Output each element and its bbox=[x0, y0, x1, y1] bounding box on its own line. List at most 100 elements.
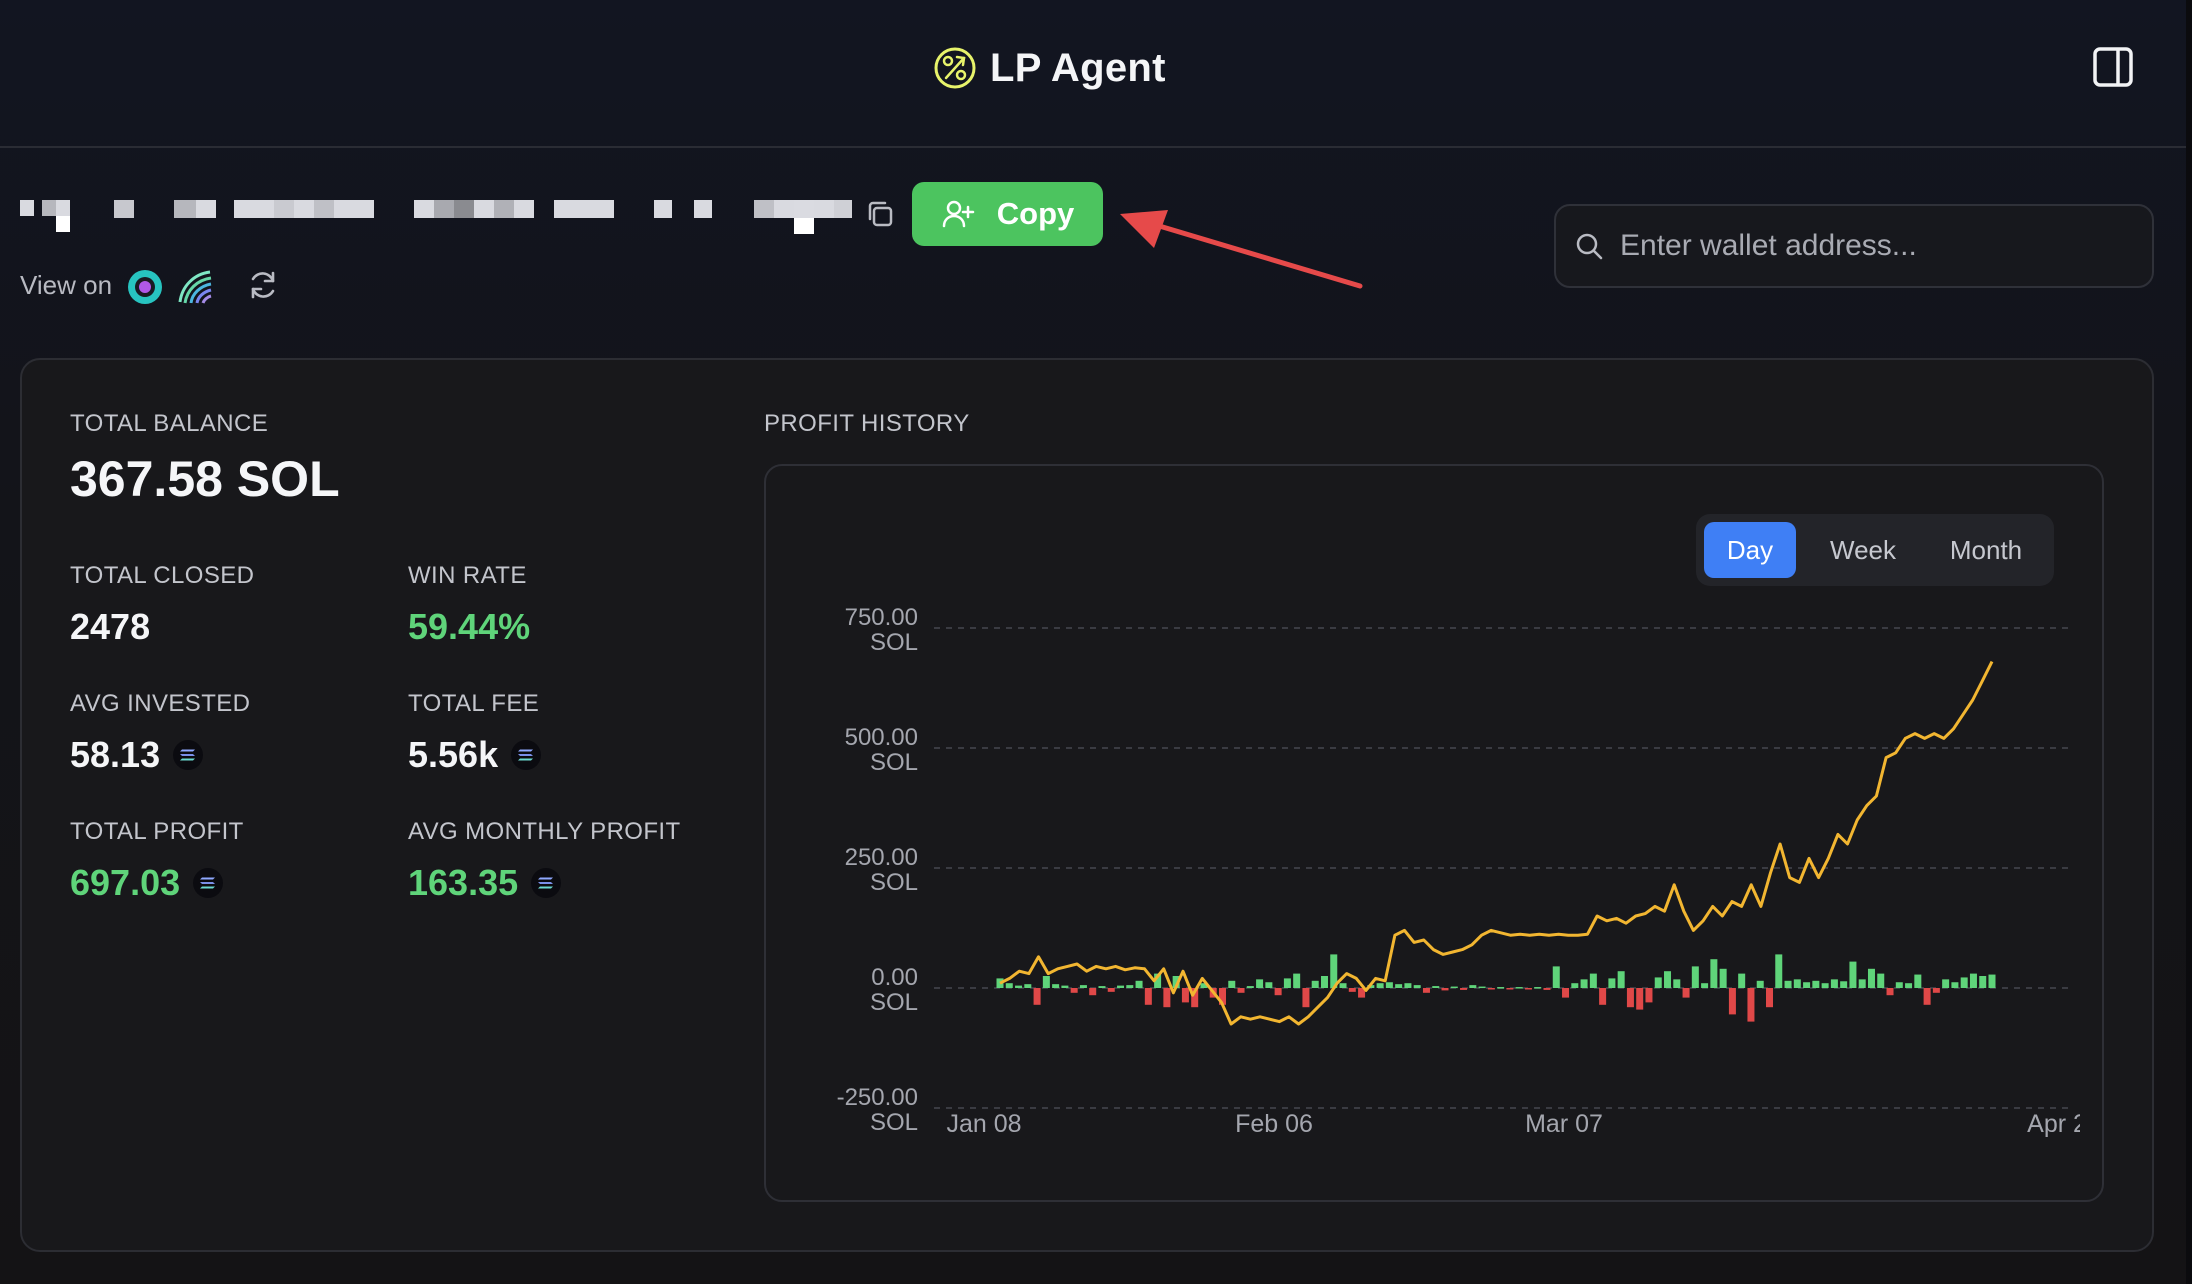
profit-bar-positive bbox=[1830, 979, 1838, 988]
x-tick-label: Mar 07 bbox=[1525, 1110, 1603, 1138]
profit-bar-positive bbox=[1691, 966, 1699, 988]
profit-bar-positive bbox=[1450, 986, 1458, 989]
profit-bar-negative bbox=[1923, 988, 1931, 1005]
solana-token-icon bbox=[173, 740, 204, 770]
range-selector: Day Week Month bbox=[1696, 514, 2054, 586]
profit-bar-positive bbox=[1042, 976, 1050, 988]
profit-bar-positive bbox=[1534, 987, 1542, 989]
y-tick-unit: SOL bbox=[870, 989, 918, 1016]
top-bar: LP Agent bbox=[0, 0, 2186, 148]
y-tick-label: 250.00 bbox=[845, 844, 918, 871]
solana-explorer-icon[interactable] bbox=[176, 268, 214, 306]
y-tick-label: 0.00 bbox=[871, 964, 918, 991]
profit-bar-positive bbox=[1404, 983, 1412, 988]
profit-bar-positive bbox=[1895, 982, 1903, 988]
profit-bar-positive bbox=[1311, 980, 1319, 988]
win-rate-value: 59.44% bbox=[408, 606, 530, 648]
copy-wallet-button[interactable]: Copy bbox=[912, 182, 1103, 246]
y-tick-unit: SOL bbox=[870, 1109, 918, 1136]
total-balance-text: 367.58 SOL bbox=[70, 451, 340, 507]
range-week-button[interactable]: Week bbox=[1808, 522, 1918, 578]
profit-bar-positive bbox=[1283, 978, 1291, 988]
profit-bar-positive bbox=[1117, 985, 1125, 988]
profit-bar-positive bbox=[1478, 986, 1486, 989]
profit-bar-negative bbox=[1506, 988, 1514, 990]
profit-bar-positive bbox=[1710, 959, 1718, 988]
profit-bar-negative bbox=[1626, 988, 1634, 1008]
solscan-icon[interactable] bbox=[126, 268, 164, 306]
range-day-button[interactable]: Day bbox=[1704, 522, 1796, 578]
refresh-icon[interactable] bbox=[246, 268, 280, 302]
y-tick-label: 500.00 bbox=[845, 724, 918, 751]
profit-bar-negative bbox=[1487, 988, 1495, 990]
y-tick-unit: SOL bbox=[870, 869, 918, 896]
profit-bar-positive bbox=[1821, 983, 1829, 988]
lp-agent-logo-icon bbox=[934, 47, 976, 89]
add-user-icon bbox=[942, 200, 974, 228]
profit-bar-negative bbox=[1181, 988, 1189, 1003]
copy-address-icon[interactable] bbox=[864, 198, 896, 230]
profit-bar-positive bbox=[1469, 985, 1477, 988]
profit-bar-negative bbox=[1163, 988, 1171, 1008]
total-balance-value: 367.58 SOL bbox=[70, 450, 340, 508]
profit-bar-positive bbox=[1905, 983, 1913, 988]
y-tick-label: 750.00 bbox=[845, 604, 918, 631]
profit-bar-positive bbox=[1126, 985, 1134, 988]
profit-bar-positive bbox=[1432, 986, 1440, 988]
profit-bar-negative bbox=[1274, 988, 1282, 996]
profit-bar-positive bbox=[1738, 973, 1746, 988]
annotation-arrow bbox=[1120, 210, 1363, 289]
app-root: LP Agent Copy View on Enter wallet addre… bbox=[0, 0, 2192, 1284]
avg-monthly-profit-label: AVG MONTHLY PROFIT bbox=[408, 818, 681, 845]
profit-bar-positive bbox=[1339, 983, 1347, 988]
profit-bar-negative bbox=[1089, 988, 1097, 996]
profit-bar-positive bbox=[1098, 986, 1106, 988]
profit-bar-negative bbox=[1422, 988, 1430, 993]
profit-bar-positive bbox=[1395, 984, 1403, 988]
profit-bar-negative bbox=[1348, 988, 1356, 992]
wallet-search[interactable] bbox=[1554, 204, 2154, 288]
brand[interactable]: LP Agent bbox=[934, 44, 1166, 92]
profit-history-title: PROFIT HISTORY bbox=[764, 410, 970, 437]
window-edge bbox=[2186, 0, 2192, 1284]
y-tick-unit: SOL bbox=[870, 629, 918, 656]
profit-bar-positive bbox=[1293, 973, 1301, 988]
profit-bar-positive bbox=[1135, 980, 1143, 988]
profit-bar-positive bbox=[1265, 982, 1273, 988]
profit-bar-positive bbox=[1979, 976, 1987, 988]
app-name: LP Agent bbox=[990, 45, 1166, 90]
profit-bar-positive bbox=[1005, 983, 1013, 988]
profit-bar-negative bbox=[1728, 988, 1736, 1015]
profit-bar-positive bbox=[1552, 966, 1560, 988]
x-tick-label: Feb 06 bbox=[1235, 1110, 1313, 1138]
y-tick-unit: SOL bbox=[870, 749, 918, 776]
y-tick-label: -250.00 bbox=[837, 1084, 918, 1111]
wallet-address-input[interactable] bbox=[1620, 229, 2140, 263]
profit-bar-positive bbox=[1812, 980, 1820, 988]
win-rate-text: 59.44% bbox=[408, 606, 531, 647]
profit-bar-positive bbox=[1589, 973, 1597, 988]
avg-invested-label: AVG INVESTED bbox=[70, 690, 251, 717]
sidebar-toggle-icon[interactable] bbox=[2092, 46, 2134, 88]
profit-bar-positive bbox=[1849, 961, 1857, 988]
profit-bar-negative bbox=[1645, 988, 1653, 1003]
profit-bar-positive bbox=[1024, 984, 1032, 988]
profit-bar-positive bbox=[1052, 984, 1060, 988]
profit-bar-positive bbox=[1858, 979, 1866, 988]
profit-bar-negative bbox=[1302, 988, 1310, 1008]
profit-bar-positive bbox=[1497, 987, 1505, 989]
profit-bar-positive bbox=[1969, 973, 1977, 988]
profit-bar-positive bbox=[1608, 978, 1616, 988]
range-month-button[interactable]: Month bbox=[1928, 522, 2044, 578]
profit-bar-negative bbox=[1682, 988, 1690, 998]
profit-bar-positive bbox=[1867, 968, 1875, 988]
profit-bar-positive bbox=[1840, 981, 1848, 988]
profit-bar-positive bbox=[1580, 979, 1588, 988]
avg-invested-value: 58.13 bbox=[70, 734, 204, 776]
profit-bar-positive bbox=[1320, 976, 1328, 988]
profit-bar-positive bbox=[1756, 980, 1764, 988]
profit-bar-positive bbox=[1803, 982, 1811, 988]
profit-bar-negative bbox=[1543, 988, 1551, 990]
profit-bar-positive bbox=[1617, 971, 1625, 988]
profit-bar-positive bbox=[1775, 954, 1783, 988]
